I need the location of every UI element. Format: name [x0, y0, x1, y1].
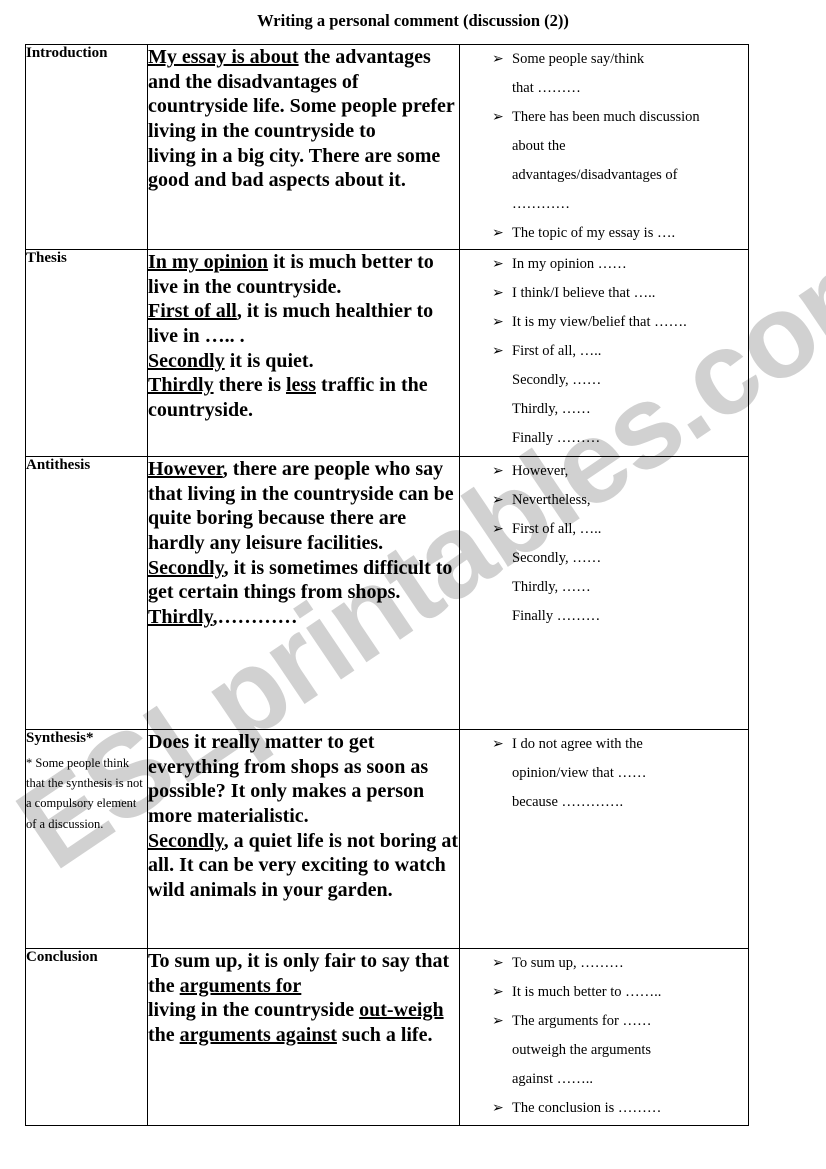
phrase-line: It is my view/belief that …….	[512, 314, 687, 330]
model-text: In my opinion it is much better to live …	[148, 251, 434, 422]
model-text: My essay is about the advantages and the…	[148, 46, 455, 192]
row-label: Synthesis*	[26, 730, 94, 746]
arrow-bullet-icon: ➢	[492, 110, 504, 125]
model-text-cell: To sum up, it is only fair to say that t…	[147, 948, 460, 1126]
phrase-line: about the	[512, 138, 566, 154]
phrase-item: ➢ However,	[460, 457, 748, 486]
row-label-cell: Antithesis	[25, 456, 148, 730]
phrase-line: Thirdly, ……	[512, 401, 591, 417]
phrase-line: In my opinion ……	[512, 256, 627, 272]
row-label-footnote: * Some people think that the synthesis i…	[26, 755, 143, 831]
arrow-bullet-icon: ➢	[492, 522, 504, 537]
useful-phrases-cell: ➢ In my opinion …… ➢ I think/I believe that…	[459, 249, 749, 457]
phrase-item: ➢ I do not agree with the opinion/view tha…	[460, 730, 748, 817]
arrow-bullet-icon: ➢	[492, 226, 504, 241]
useful-phrases-cell: ➢ Some people say/think that ……… ➢ There has…	[459, 44, 749, 250]
phrase-item: ➢ The arguments for …… outweigh the argume…	[460, 1007, 748, 1094]
row-label-cell: Synthesis* * Some people think that the s…	[25, 729, 148, 949]
arrow-bullet-icon: ➢	[492, 344, 504, 359]
phrase-line: The topic of my essay is ….	[512, 225, 676, 241]
phrase-line: Secondly, ……	[512, 550, 602, 566]
phrase-line: that ………	[512, 80, 581, 96]
phrase-line: I do not agree with the	[512, 736, 643, 752]
phrase-list: ➢ Some people say/think that ……… ➢ There has…	[460, 45, 748, 248]
phrase-line: because ………….	[512, 794, 624, 810]
model-text-cell: In my opinion it is much better to live …	[147, 249, 460, 457]
phrase-item: ➢ To sum up, ………	[460, 949, 748, 978]
phrase-item: ➢ I think/I believe that …..	[460, 279, 748, 308]
phrase-list: ➢ To sum up, ……… ➢ It is much better to …….…	[460, 949, 748, 1123]
arrow-bullet-icon: ➢	[492, 985, 504, 1000]
phrase-list: ➢ In my opinion …… ➢ I think/I believe that…	[460, 250, 748, 453]
phrase-line: advantages/disadvantages of	[512, 167, 678, 183]
row-label-cell: Thesis	[25, 249, 148, 457]
row-label: Antithesis	[26, 457, 91, 473]
useful-phrases-cell: ➢ I do not agree with the opinion/view tha…	[459, 729, 749, 949]
phrase-line: To sum up, ………	[512, 955, 624, 971]
arrow-bullet-icon: ➢	[492, 737, 504, 752]
phrase-line: against ……..	[512, 1071, 593, 1087]
model-text: Does it really matter to get everything …	[148, 731, 459, 902]
useful-phrases-cell: ➢ To sum up, ……… ➢ It is much better to …….…	[459, 948, 749, 1126]
row-label: Introduction	[26, 45, 108, 61]
arrow-bullet-icon: ➢	[492, 52, 504, 67]
model-text-cell: My essay is about the advantages and the…	[147, 44, 460, 250]
phrase-line: I think/I believe that …..	[512, 285, 656, 301]
row-label: Conclusion	[26, 949, 98, 965]
phrase-line: The conclusion is ………	[512, 1100, 662, 1116]
phrase-item: ➢ First of all, ….. Secondly, …… Thirdly, ……	[460, 337, 748, 453]
phrase-line: Thirdly, ……	[512, 579, 591, 595]
discussion-structure-table: Introduction My essay is about the advant…	[25, 44, 749, 1126]
phrase-item: ➢ It is much better to ……..	[460, 978, 748, 1007]
phrase-line: Secondly, ……	[512, 372, 602, 388]
arrow-bullet-icon: ➢	[492, 257, 504, 272]
model-text: However, there are people who say that l…	[148, 458, 454, 629]
model-text-cell: However, there are people who say that l…	[147, 456, 460, 730]
phrase-list: ➢ I do not agree with the opinion/view tha…	[460, 730, 748, 817]
arrow-bullet-icon: ➢	[492, 1014, 504, 1029]
phrase-item: ➢ In my opinion ……	[460, 250, 748, 279]
page-title: Writing a personal comment (discussion (…	[257, 11, 569, 30]
phrase-line: Nevertheless,	[512, 492, 591, 508]
phrase-line: …………	[512, 196, 570, 212]
phrase-line: First of all, …..	[512, 343, 602, 359]
arrow-bullet-icon: ➢	[492, 464, 504, 479]
arrow-bullet-icon: ➢	[492, 1101, 504, 1116]
row-label-cell: Introduction	[25, 44, 148, 250]
phrase-line: There has been much discussion	[512, 109, 700, 125]
arrow-bullet-icon: ➢	[492, 493, 504, 508]
phrase-line: Finally ………	[512, 608, 601, 624]
arrow-bullet-icon: ➢	[492, 956, 504, 971]
arrow-bullet-icon: ➢	[492, 315, 504, 330]
phrase-line: Finally ………	[512, 430, 601, 446]
row-label-cell: Conclusion	[25, 948, 148, 1126]
table-row: Conclusion To sum up, it is only fair to …	[25, 948, 749, 1126]
arrow-bullet-icon: ➢	[492, 286, 504, 301]
phrase-item: ➢ It is my view/belief that …….	[460, 308, 748, 337]
phrase-item: ➢ There has been much discussion about the…	[460, 103, 748, 219]
row-label: Thesis	[26, 250, 67, 266]
phrase-line: It is much better to ……..	[512, 984, 662, 1000]
phrase-line: outweigh the arguments	[512, 1042, 652, 1058]
phrase-line: However,	[512, 463, 569, 479]
phrase-item: ➢ The topic of my essay is ….	[460, 219, 748, 248]
table-row: Introduction My essay is about the advant…	[25, 44, 749, 250]
table-row: Thesis In my opinion it is much better to…	[25, 249, 749, 457]
phrase-item: ➢ Some people say/think that ………	[460, 45, 748, 103]
model-text: To sum up, it is only fair to say that t…	[148, 950, 450, 1047]
phrase-line: Some people say/think	[512, 51, 645, 67]
phrase-line: First of all, …..	[512, 521, 602, 537]
table-row: Antithesis However, there are people who …	[25, 456, 749, 730]
table-row: Synthesis* * Some people think that the s…	[25, 729, 749, 949]
phrase-line: The arguments for ……	[512, 1013, 652, 1029]
phrase-list: ➢ However, ➢ Nevertheless, ➢ First of all, ….…	[460, 457, 748, 631]
phrase-item: ➢ Nevertheless,	[460, 486, 748, 515]
table-body: Introduction My essay is about the advant…	[25, 44, 749, 1126]
phrase-item: ➢ The conclusion is ………	[460, 1094, 748, 1123]
model-text-cell: Does it really matter to get everything …	[147, 729, 460, 949]
phrase-item: ➢ First of all, ….. Secondly, …… Thirdly, ……	[460, 515, 748, 631]
phrase-line: opinion/view that ……	[512, 765, 647, 781]
useful-phrases-cell: ➢ However, ➢ Nevertheless, ➢ First of all, ….…	[459, 456, 749, 730]
